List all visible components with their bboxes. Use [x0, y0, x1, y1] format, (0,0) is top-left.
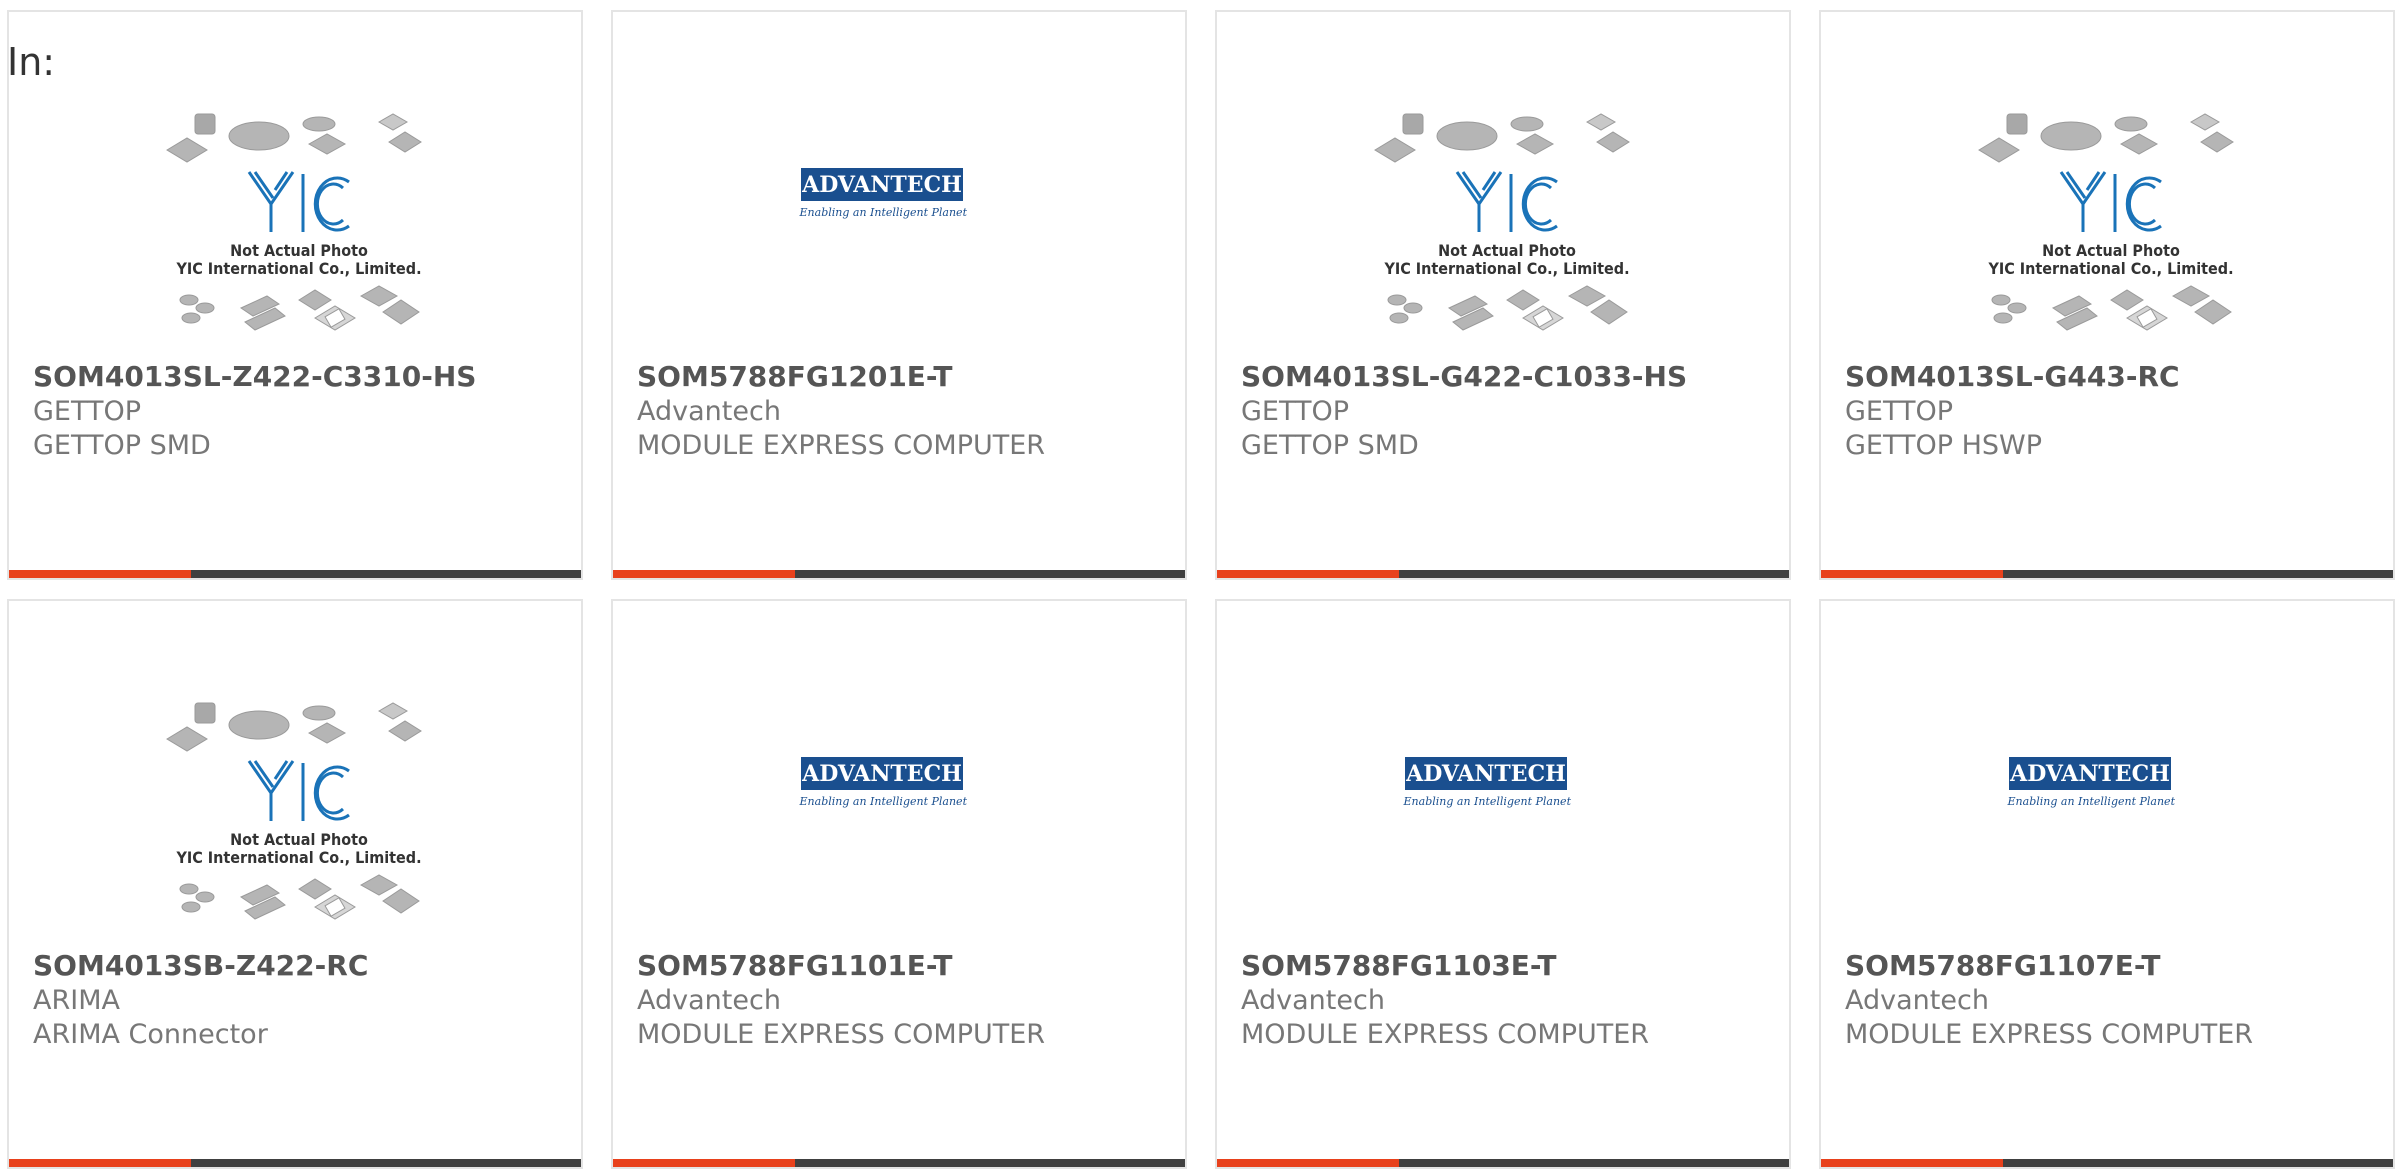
yic-caption-line1: Not Actual Photo	[2042, 241, 2180, 260]
description-label: GETTOP HSWP	[1845, 430, 2043, 461]
card-base-bar	[2003, 1159, 2393, 1167]
card-accent-bar	[1217, 570, 1399, 578]
card-accent-bar	[613, 570, 795, 578]
filter-label: In:	[7, 40, 56, 84]
yic-caption-line1: Not Actual Photo	[230, 241, 368, 260]
yic-caption-line2: YIC International Co., Limited.	[175, 848, 421, 867]
product-card[interactable]: Not Actual Photo YIC International Co., …	[1215, 10, 1791, 580]
product-image[interactable]: ADVANTECH Enabling an Intelligent Planet	[1821, 681, 2393, 931]
yic-placeholder-icon: Not Actual Photo YIC International Co., …	[1374, 113, 1630, 331]
yic-caption-line1: Not Actual Photo	[1438, 241, 1576, 260]
advantech-logo-icon: ADVANTECH Enabling an Intelligent Planet	[2007, 757, 2176, 808]
advantech-logo-text: ADVANTECH	[1405, 761, 1566, 787]
product-card[interactable]: Not Actual Photo YIC International Co., …	[7, 599, 583, 1169]
card-base-bar	[2003, 570, 2393, 578]
manufacturer-label: ARIMA	[33, 985, 120, 1016]
advantech-logo-text: ADVANTECH	[2009, 761, 2170, 787]
advantech-tagline: Enabling an Intelligent Planet	[799, 795, 968, 808]
advantech-logo-icon: ADVANTECH Enabling an Intelligent Planet	[799, 757, 968, 808]
advantech-logo-icon: ADVANTECH Enabling an Intelligent Planet	[1403, 757, 1572, 808]
description-label: GETTOP SMD	[1241, 430, 1419, 461]
card-accent-bar	[1821, 570, 2003, 578]
part-number-link[interactable]: SOM4013SL-G422-C1033-HS	[1241, 360, 1687, 393]
part-number-link[interactable]: SOM4013SL-Z422-C3310-HS	[33, 360, 476, 393]
product-card[interactable]: ADVANTECH Enabling an Intelligent Planet…	[611, 10, 1187, 580]
description-label: MODULE EXPRESS COMPUTER	[1845, 1019, 2254, 1050]
advantech-tagline: Enabling an Intelligent Planet	[2007, 795, 2176, 808]
part-number-link[interactable]: SOM4013SL-G443-RC	[1845, 360, 2180, 393]
yic-caption-line2: YIC International Co., Limited.	[175, 259, 421, 278]
yic-caption-line2: YIC International Co., Limited.	[1987, 259, 2233, 278]
manufacturer-label: Advantech	[637, 985, 781, 1016]
manufacturer-label: Advantech	[1241, 985, 1385, 1016]
product-card[interactable]: Not Actual Photo YIC International Co., …	[7, 10, 583, 580]
product-image[interactable]: Not Actual Photo YIC International Co., …	[1821, 92, 2393, 342]
product-image[interactable]: Not Actual Photo YIC International Co., …	[9, 681, 581, 931]
yic-placeholder-icon: Not Actual Photo YIC International Co., …	[166, 702, 422, 920]
part-number-link[interactable]: SOM5788FG1107E-T	[1845, 949, 2161, 982]
manufacturer-label: GETTOP	[1845, 396, 1954, 427]
yic-caption-line2: YIC International Co., Limited.	[1383, 259, 1629, 278]
advantech-tagline: Enabling an Intelligent Planet	[1403, 795, 1572, 808]
advantech-logo-text: ADVANTECH	[801, 172, 962, 198]
product-card[interactable]: Not Actual Photo YIC International Co., …	[1819, 10, 2395, 580]
manufacturer-label: GETTOP	[1241, 396, 1350, 427]
description-label: MODULE EXPRESS COMPUTER	[1241, 1019, 1650, 1050]
product-image[interactable]: Not Actual Photo YIC International Co., …	[9, 92, 581, 342]
product-card[interactable]: ADVANTECH Enabling an Intelligent Planet…	[611, 599, 1187, 1169]
product-image[interactable]: ADVANTECH Enabling an Intelligent Planet	[1217, 681, 1789, 931]
card-accent-bar	[9, 1159, 191, 1167]
product-image[interactable]: ADVANTECH Enabling an Intelligent Planet	[613, 681, 1185, 931]
product-card[interactable]: ADVANTECH Enabling an Intelligent Planet…	[1819, 599, 2395, 1169]
manufacturer-label: GETTOP	[33, 396, 142, 427]
yic-placeholder-icon: Not Actual Photo YIC International Co., …	[166, 113, 422, 331]
part-number-link[interactable]: SOM5788FG1201E-T	[637, 360, 953, 393]
card-base-bar	[1399, 1159, 1789, 1167]
card-base-bar	[191, 1159, 581, 1167]
advantech-logo-icon: ADVANTECH Enabling an Intelligent Planet	[799, 168, 968, 219]
yic-placeholder-icon: Not Actual Photo YIC International Co., …	[1978, 113, 2234, 331]
product-image[interactable]: Not Actual Photo YIC International Co., …	[1217, 92, 1789, 342]
manufacturer-label: Advantech	[1845, 985, 1989, 1016]
part-number-link[interactable]: SOM5788FG1101E-T	[637, 949, 953, 982]
card-base-bar	[795, 1159, 1185, 1167]
card-accent-bar	[613, 1159, 795, 1167]
yic-caption-line1: Not Actual Photo	[230, 830, 368, 849]
description-label: MODULE EXPRESS COMPUTER	[637, 430, 1046, 461]
advantech-tagline: Enabling an Intelligent Planet	[799, 206, 968, 219]
manufacturer-label: Advantech	[637, 396, 781, 427]
part-number-link[interactable]: SOM4013SB-Z422-RC	[33, 949, 368, 982]
card-base-bar	[1399, 570, 1789, 578]
card-accent-bar	[9, 570, 191, 578]
product-card[interactable]: ADVANTECH Enabling an Intelligent Planet…	[1215, 599, 1791, 1169]
description-label: ARIMA Connector	[33, 1019, 268, 1050]
description-label: MODULE EXPRESS COMPUTER	[637, 1019, 1046, 1050]
card-base-bar	[795, 570, 1185, 578]
advantech-logo-text: ADVANTECH	[801, 761, 962, 787]
card-accent-bar	[1217, 1159, 1399, 1167]
part-number-link[interactable]: SOM5788FG1103E-T	[1241, 949, 1557, 982]
product-image[interactable]: ADVANTECH Enabling an Intelligent Planet	[613, 92, 1185, 342]
card-accent-bar	[1821, 1159, 2003, 1167]
description-label: GETTOP SMD	[33, 430, 211, 461]
card-base-bar	[191, 570, 581, 578]
